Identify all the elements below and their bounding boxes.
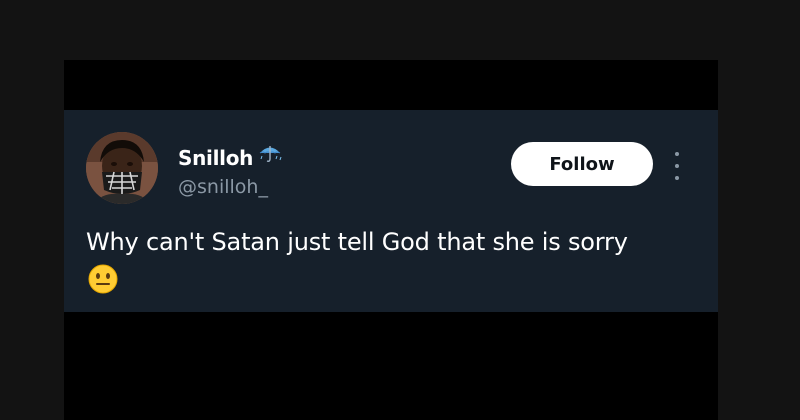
more-options-dot (675, 164, 679, 168)
avatar[interactable] (86, 132, 158, 204)
avatar-image (86, 132, 158, 204)
more-options-dot (675, 152, 679, 156)
more-options-dot (675, 176, 679, 180)
tweet-card: Snilloh @snilloh_ Follow Why can't Satan… (64, 110, 718, 312)
umbrella-with-rain-icon (257, 144, 283, 164)
neutral-face-emoji-icon (88, 264, 118, 294)
display-name[interactable]: Snilloh (178, 146, 253, 170)
more-options-icon[interactable] (670, 152, 684, 180)
tweet-text: Why can't Satan just tell God that she i… (86, 228, 628, 256)
author-name-row: Snilloh (178, 146, 283, 170)
author-handle[interactable]: @snilloh_ (178, 176, 268, 198)
follow-button[interactable]: Follow (511, 142, 653, 186)
